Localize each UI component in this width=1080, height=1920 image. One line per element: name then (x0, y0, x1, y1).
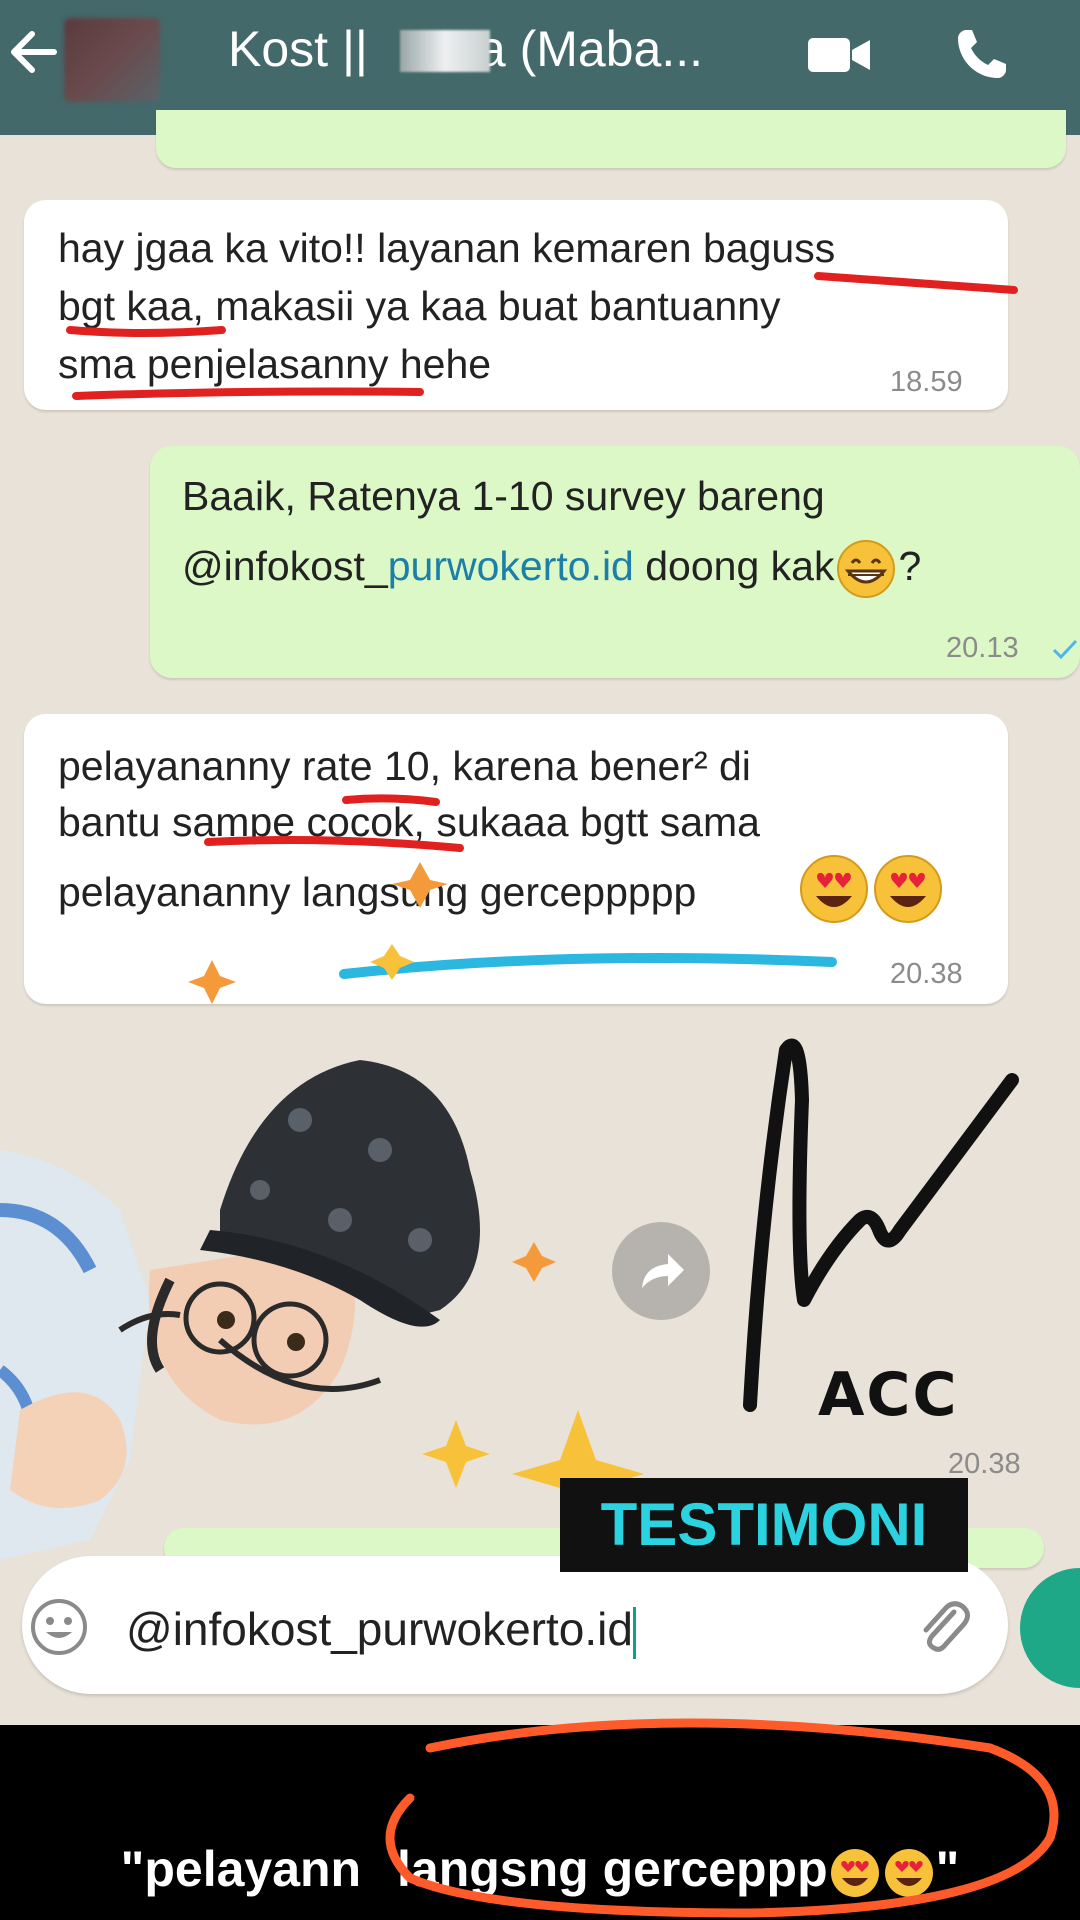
previous-message-bubble (156, 110, 1066, 168)
character-sticker (0, 1060, 480, 1560)
video-camera-icon[interactable] (806, 30, 872, 80)
caption-text-start: "pelayann (120, 1841, 362, 1897)
heart-eyes-emoji-icon (800, 855, 942, 923)
sticker-time: 20.38 (948, 1448, 1021, 1480)
contact-avatar[interactable] (64, 18, 160, 102)
message-input-value: @infokost_purwokerto.id (126, 1603, 633, 1655)
message-3-line-3-text: pelayananny langsung gerceppppp (58, 869, 697, 915)
chat-title-prefix: Kost || (228, 21, 368, 77)
forward-button[interactable] (612, 1222, 710, 1320)
read-receipt-icon (1052, 639, 1078, 660)
message-2-text: doong kak (633, 543, 835, 589)
message-1-line-1: hay jgaa ka vito!! layanan kemaren bagus… (58, 225, 836, 271)
message-3-line-2: bantu sampe cocok, sukaaa bgtt sama (58, 799, 760, 845)
smiley-icon[interactable] (28, 1596, 90, 1658)
message-2-handle-prefix: @infokost_ (182, 543, 388, 589)
chat-title-suffix: a (Maba... (477, 21, 704, 77)
text-caret (632, 1606, 636, 1659)
message-2-line-2: @infokost_purwokerto.id doong kak ? (182, 536, 921, 601)
orange-circle-annotation (385, 1718, 1059, 1918)
forward-arrow-icon (642, 1254, 684, 1288)
back-arrow-icon[interactable] (4, 22, 64, 82)
message-1-line-3: sma penjelasanny hehe (58, 341, 492, 387)
message-3-line-3: pelayananny langsung gerceppppp (58, 862, 696, 922)
acc-annotation: ACC (818, 1360, 959, 1430)
paperclip-icon[interactable] (908, 1592, 978, 1662)
send-button[interactable] (1020, 1568, 1080, 1688)
redacted-title-part (400, 30, 490, 72)
grinning-emoji-icon (837, 540, 896, 599)
message-2-link[interactable]: purwokerto.id (388, 543, 634, 589)
message-1-time: 18.59 (890, 366, 963, 398)
chat-screen: Kost || a (Maba... hay jgaa ka vito!! lay… (0, 0, 1080, 1725)
message-3-time: 20.38 (890, 958, 963, 990)
message-3-line-1: pelayananny rate 10, karena bener² di (58, 743, 751, 789)
message-2-time: 20.13 (946, 632, 1019, 664)
message-input[interactable]: @infokost_purwokerto.id (126, 1602, 636, 1659)
message-2-line-1: Baaik, Ratenya 1-10 survey bareng (182, 473, 825, 519)
testimoni-label: TESTIMONI (560, 1478, 968, 1572)
message-2-question: ? (898, 543, 922, 589)
message-1-line-2: bgt kaa, makasii ya kaa buat bantuanny (58, 283, 781, 329)
phone-icon[interactable] (952, 24, 1012, 84)
